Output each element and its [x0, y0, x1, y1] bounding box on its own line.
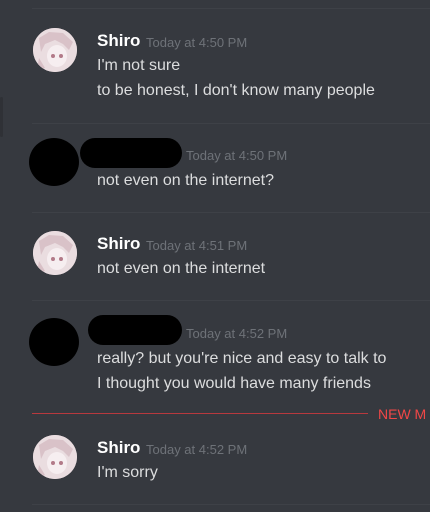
- timestamp: Today at 4:50 PM: [146, 35, 248, 50]
- redacted-avatar: [29, 318, 79, 366]
- timestamp: Today at 4:51 PM: [146, 238, 248, 253]
- message-text: I thought you would have many friends: [97, 375, 371, 392]
- message-text: not even on the internet?: [97, 172, 275, 189]
- message-divider: [32, 8, 430, 9]
- message-divider: [32, 123, 430, 124]
- avatar[interactable]: [33, 28, 77, 72]
- timestamp: Today at 4:50 PM: [186, 148, 288, 163]
- timestamp: Today at 4:52 PM: [146, 442, 248, 457]
- avatar[interactable]: [33, 435, 77, 479]
- message-text: to be honest, I don't know many people: [97, 82, 375, 99]
- redacted-avatar: [29, 138, 79, 186]
- avatar[interactable]: [33, 231, 77, 275]
- message-text: really? but you're nice and easy to talk…: [97, 350, 387, 367]
- author-name[interactable]: Shiro: [97, 234, 140, 254]
- author-name[interactable]: Shiro: [97, 438, 140, 458]
- message-text: I'm sorry: [97, 464, 158, 481]
- new-messages-label: NEW M: [378, 406, 427, 422]
- new-messages-divider: [32, 413, 368, 414]
- message-divider: [32, 212, 430, 213]
- timestamp: Today at 4:52 PM: [186, 326, 288, 341]
- message-text: I'm not sure: [97, 57, 181, 74]
- message-divider: [32, 504, 430, 505]
- message-text: not even on the internet: [97, 260, 266, 277]
- author-name[interactable]: Shiro: [97, 31, 140, 51]
- redacted-name: [80, 138, 182, 168]
- redacted-name: [88, 315, 182, 345]
- scrollbar[interactable]: [0, 97, 3, 137]
- message-divider: [32, 300, 430, 301]
